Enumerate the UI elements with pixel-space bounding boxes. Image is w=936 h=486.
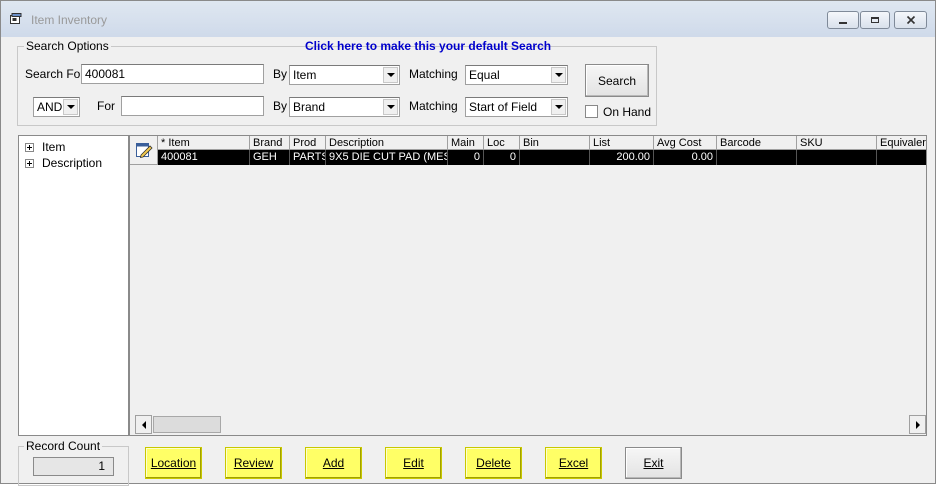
search-for-label: Search For bbox=[25, 67, 85, 81]
cell-description[interactable]: 9X5 DIE CUT PAD (MES bbox=[326, 150, 448, 165]
matching-label-2: Matching bbox=[409, 99, 458, 113]
edit-record-icon bbox=[136, 143, 153, 159]
delete-button[interactable]: Delete bbox=[465, 447, 522, 479]
default-search-link[interactable]: Click here to make this your default Sea… bbox=[305, 39, 551, 53]
exit-button[interactable]: Exit bbox=[625, 447, 682, 479]
search-by-value-2: Brand bbox=[293, 100, 326, 114]
for-label: For bbox=[97, 99, 115, 113]
column-header-avg-cost[interactable]: Avg Cost bbox=[654, 136, 717, 150]
search-tree[interactable]: Item Description bbox=[18, 135, 129, 436]
cell-loc[interactable]: 0 bbox=[484, 150, 520, 165]
cell-equivalent[interactable] bbox=[877, 150, 926, 165]
edit-button[interactable]: Edit bbox=[385, 447, 442, 479]
record-count-label: Record Count bbox=[24, 439, 103, 453]
search-for-input[interactable]: 400081 bbox=[81, 64, 264, 84]
excel-button-label: Excel bbox=[558, 456, 589, 470]
second-search-input[interactable] bbox=[121, 96, 264, 116]
matching-select-1[interactable]: Equal bbox=[465, 65, 568, 85]
delete-button-label: Delete bbox=[476, 456, 511, 470]
location-button[interactable]: Location bbox=[145, 447, 202, 479]
column-header-item[interactable]: * Item bbox=[158, 136, 250, 150]
by-label-1: By bbox=[273, 67, 288, 81]
edit-button-label: Edit bbox=[403, 456, 424, 470]
cell-bin[interactable] bbox=[520, 150, 590, 165]
column-header-prod[interactable]: Prod bbox=[290, 136, 326, 150]
arrow-left-icon bbox=[141, 420, 146, 429]
add-button[interactable]: Add bbox=[305, 447, 362, 479]
column-header-list[interactable]: List bbox=[590, 136, 654, 150]
location-button-label: Location bbox=[150, 456, 197, 470]
cell-item[interactable]: 400081 bbox=[158, 150, 250, 165]
tree-node-label: Description bbox=[42, 156, 103, 170]
column-header-main[interactable]: Main bbox=[448, 136, 484, 150]
cell-avg-cost[interactable]: 0.00 bbox=[654, 150, 717, 165]
chevron-down-icon[interactable] bbox=[551, 99, 566, 115]
expand-icon[interactable] bbox=[25, 142, 34, 152]
conjunction-select[interactable]: AND bbox=[33, 97, 80, 117]
column-header-loc[interactable]: Loc bbox=[484, 136, 520, 150]
minimize-icon bbox=[839, 22, 847, 24]
exit-button-label: Exit bbox=[643, 456, 664, 470]
search-by-select-1[interactable]: Item bbox=[289, 65, 400, 85]
maximize-button[interactable] bbox=[860, 11, 890, 29]
column-header-barcode[interactable]: Barcode bbox=[717, 136, 797, 150]
expand-icon[interactable] bbox=[25, 158, 34, 168]
chevron-down-icon[interactable] bbox=[551, 67, 566, 83]
chevron-down-icon[interactable] bbox=[383, 99, 398, 115]
scroll-right-button[interactable] bbox=[909, 415, 926, 434]
tree-node-description[interactable]: Description bbox=[25, 156, 102, 170]
close-button[interactable] bbox=[894, 11, 927, 29]
restore-icon bbox=[871, 17, 879, 23]
record-count-value: 1 bbox=[33, 457, 114, 476]
chevron-down-icon[interactable] bbox=[383, 67, 398, 83]
review-button-label: Review bbox=[233, 456, 274, 470]
matching-value-2: Start of Field bbox=[469, 100, 538, 114]
chevron-down-icon[interactable] bbox=[63, 99, 78, 115]
excel-button[interactable]: Excel bbox=[545, 447, 602, 479]
tree-node-label: Item bbox=[42, 140, 66, 154]
horizontal-scrollbar[interactable] bbox=[135, 415, 926, 434]
close-icon bbox=[906, 15, 915, 25]
conjunction-value: AND bbox=[37, 100, 63, 114]
column-header-equivalent[interactable]: Equivaler bbox=[877, 136, 926, 150]
table-row[interactable]: 400081 GEH PARTS 9X5 DIE CUT PAD (MES 0 … bbox=[158, 150, 926, 165]
column-header-brand[interactable]: Brand bbox=[250, 136, 290, 150]
minimize-button[interactable] bbox=[827, 11, 859, 29]
cell-main[interactable]: 0 bbox=[448, 150, 484, 165]
column-header-sku[interactable]: SKU bbox=[797, 136, 877, 150]
on-hand-checkbox[interactable] bbox=[585, 105, 598, 118]
matching-select-2[interactable]: Start of Field bbox=[465, 97, 568, 117]
on-hand-label: On Hand bbox=[603, 105, 652, 119]
title-bar: Item Inventory bbox=[1, 1, 935, 37]
search-options-legend: Search Options bbox=[24, 39, 111, 53]
window-title: Item Inventory bbox=[31, 13, 108, 27]
search-button[interactable]: Search bbox=[585, 64, 649, 97]
cell-prod[interactable]: PARTS bbox=[290, 150, 326, 165]
column-header-bin[interactable]: Bin bbox=[520, 136, 590, 150]
column-header-description[interactable]: Description bbox=[326, 136, 448, 150]
arrow-right-icon bbox=[915, 420, 920, 429]
cell-brand[interactable]: GEH bbox=[250, 150, 290, 165]
grid-corner[interactable] bbox=[130, 136, 158, 165]
add-button-label: Add bbox=[322, 456, 345, 470]
review-button[interactable]: Review bbox=[225, 447, 282, 479]
search-by-value-1: Item bbox=[293, 68, 317, 82]
item-inventory-window: Item Inventory Search Options Click here… bbox=[0, 0, 936, 486]
inventory-grid[interactable]: * Item Brand Prod Description Main Loc B… bbox=[129, 135, 927, 436]
matching-label-1: Matching bbox=[409, 67, 458, 81]
tree-node-item[interactable]: Item bbox=[25, 140, 65, 154]
app-icon bbox=[10, 13, 22, 24]
scroll-thumb[interactable] bbox=[153, 416, 221, 433]
cell-barcode[interactable] bbox=[717, 150, 797, 165]
cell-list[interactable]: 200.00 bbox=[590, 150, 654, 165]
by-label-2: By bbox=[273, 99, 288, 113]
scroll-left-button[interactable] bbox=[135, 415, 152, 434]
search-by-select-2[interactable]: Brand bbox=[289, 97, 400, 117]
cell-sku[interactable] bbox=[797, 150, 877, 165]
matching-value-1: Equal bbox=[469, 68, 500, 82]
